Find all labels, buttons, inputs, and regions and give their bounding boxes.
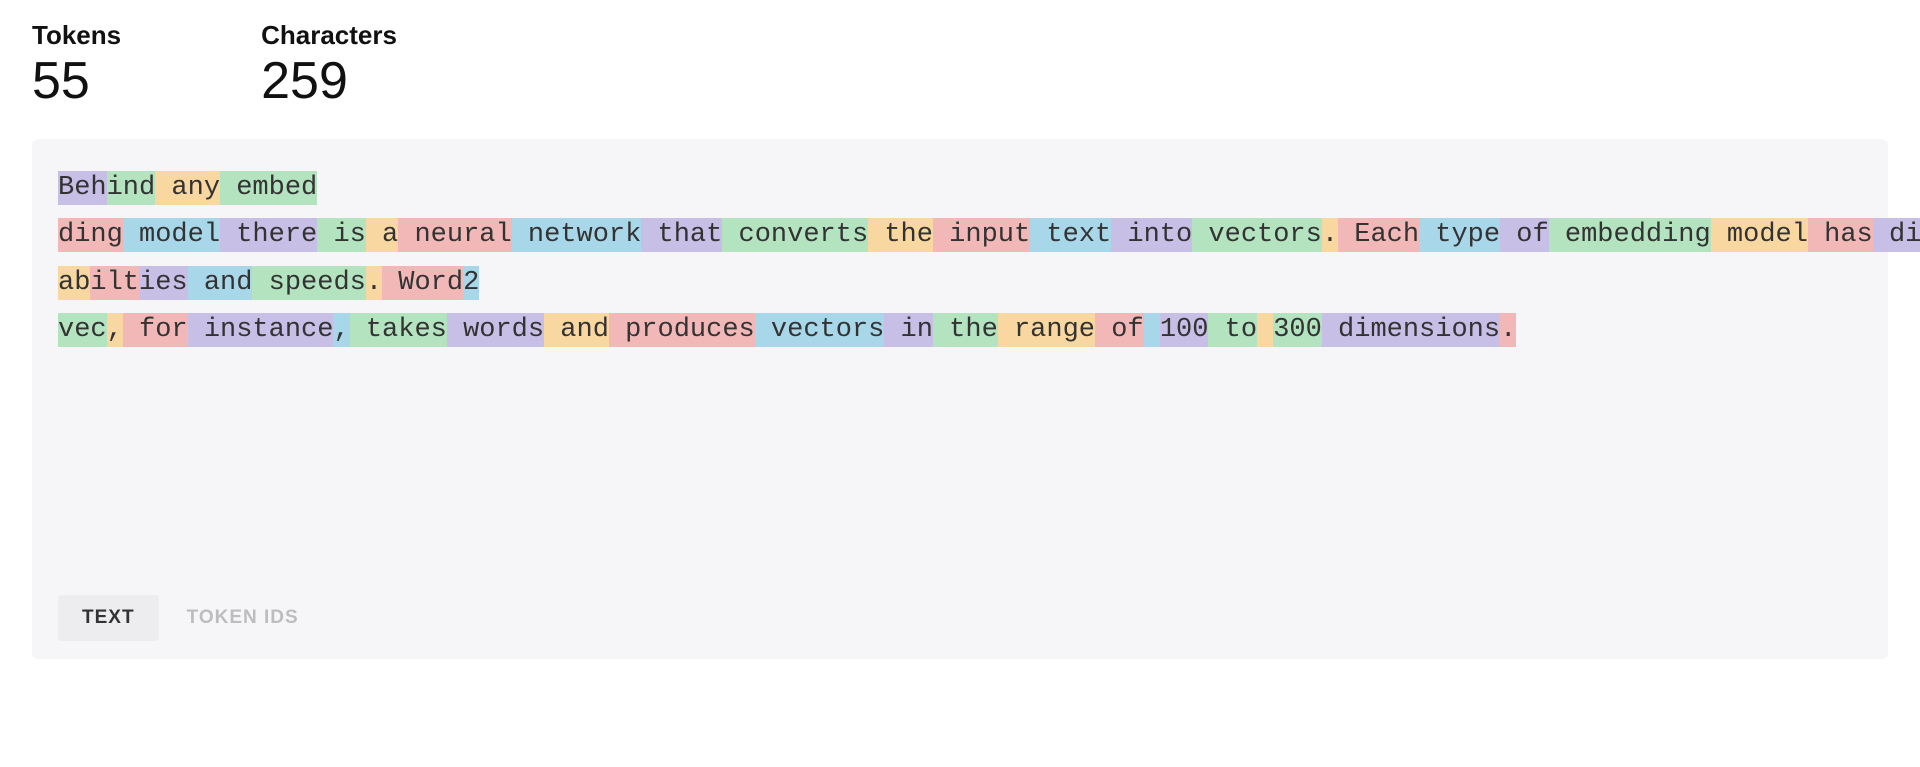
token: neural [398, 218, 511, 252]
tokens-stat: Tokens 55 [32, 20, 121, 107]
token: Word [382, 266, 463, 300]
token: input [933, 218, 1030, 252]
token: dimensions [1322, 313, 1500, 347]
token: vectors [755, 313, 885, 347]
token [1144, 313, 1160, 347]
token: vectors [1192, 218, 1322, 252]
token: instance [188, 313, 334, 347]
stats-row: Tokens 55 Characters 259 [32, 20, 1888, 107]
token: model [1711, 218, 1808, 252]
token: type [1419, 218, 1500, 252]
token: embedding [1549, 218, 1711, 252]
token-stream: Behind any embed ding model there is a ne… [58, 165, 1538, 354]
view-tabs: TEXT TOKEN IDS [58, 595, 323, 641]
token: Beh [58, 171, 107, 205]
token: different [1873, 218, 1920, 252]
token: network [512, 218, 642, 252]
token: embed [220, 171, 317, 205]
tokenized-output-panel: Behind any embedding model there is a ne… [32, 139, 1888, 659]
token: and [544, 313, 609, 347]
token: speeds [252, 266, 365, 300]
token: produces [609, 313, 755, 347]
token: . [366, 266, 382, 300]
token: ab [58, 266, 90, 300]
token [1257, 313, 1273, 347]
token: is [317, 218, 366, 252]
token: to [1208, 313, 1257, 347]
token: the [933, 313, 998, 347]
token: of [1500, 218, 1549, 252]
token: , [107, 313, 123, 347]
token: vec [58, 313, 107, 347]
token: there [220, 218, 317, 252]
token: Each [1338, 218, 1419, 252]
token: ind [107, 171, 156, 205]
token: 100 [1160, 313, 1209, 347]
token: ding [58, 218, 123, 252]
token: ies [139, 266, 188, 300]
token: into [1111, 218, 1192, 252]
tokens-value: 55 [32, 55, 121, 107]
token: . [1322, 218, 1338, 252]
token: 300 [1273, 313, 1322, 347]
token: in [884, 313, 933, 347]
tokens-label: Tokens [32, 20, 121, 51]
characters-value: 259 [261, 55, 397, 107]
token: , [333, 313, 349, 347]
token: text [1030, 218, 1111, 252]
tab-token-ids[interactable]: TOKEN IDS [163, 595, 323, 641]
token: converts [722, 218, 868, 252]
token: a [366, 218, 398, 252]
token: has [1808, 218, 1873, 252]
token: any [155, 171, 220, 205]
token: model [123, 218, 220, 252]
token: and [188, 266, 253, 300]
token: ilt [90, 266, 139, 300]
token: words [447, 313, 544, 347]
token: of [1095, 313, 1144, 347]
token: range [998, 313, 1095, 347]
characters-stat: Characters 259 [261, 20, 397, 107]
token: that [641, 218, 722, 252]
token: takes [350, 313, 447, 347]
token: . [1500, 313, 1516, 347]
characters-label: Characters [261, 20, 397, 51]
token: for [123, 313, 188, 347]
token: the [868, 218, 933, 252]
tab-text[interactable]: TEXT [58, 595, 159, 641]
token: 2 [463, 266, 479, 300]
